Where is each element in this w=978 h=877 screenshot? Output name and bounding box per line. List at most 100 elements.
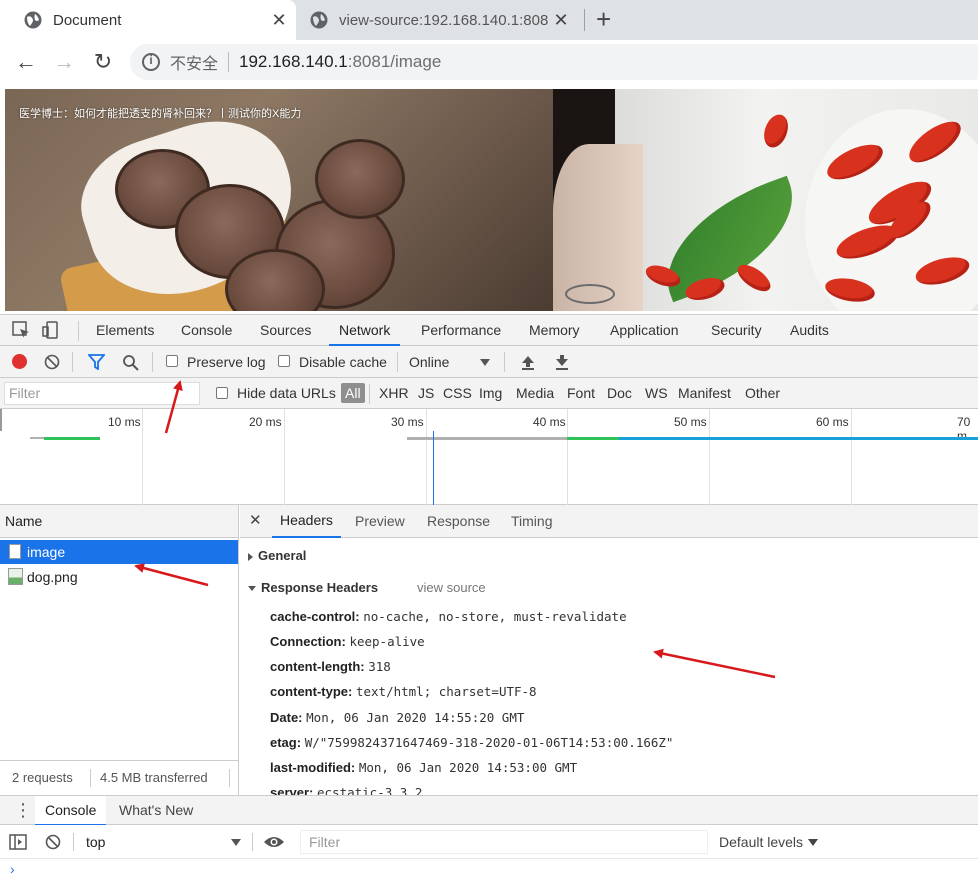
info-icon[interactable]	[142, 53, 160, 71]
tab-response[interactable]: Response	[427, 505, 490, 538]
network-toolbar: Preserve log Disable cache Online	[0, 346, 978, 378]
console-prompt-chevron-icon[interactable]: ›	[10, 861, 15, 877]
request-name: image	[27, 544, 66, 560]
close-tab-icon[interactable]: ✕	[266, 10, 292, 31]
filter-type-css[interactable]: CSS	[443, 378, 472, 409]
export-har-icon[interactable]	[554, 354, 570, 370]
filter-type-img[interactable]: Img	[479, 378, 502, 409]
tab-timing[interactable]: Timing	[511, 505, 553, 538]
url-path: :8081/image	[347, 52, 442, 71]
timeline-tick-label: 60 ms	[816, 415, 849, 429]
tab-headers[interactable]: Headers	[272, 505, 341, 538]
close-tab-icon[interactable]: ✕	[548, 10, 574, 31]
disable-cache-checkbox[interactable]	[278, 355, 290, 367]
tab-memory[interactable]: Memory	[529, 315, 580, 346]
import-har-icon[interactable]	[520, 354, 536, 370]
requests-name-header[interactable]: Name	[0, 505, 238, 538]
header-value: text/html; charset=UTF-8	[355, 684, 537, 699]
chevron-down-icon[interactable]	[231, 839, 241, 846]
tab-console[interactable]: Console	[181, 315, 232, 346]
request-row-image[interactable]: image	[0, 540, 238, 564]
filter-divider	[369, 384, 370, 404]
timeline-gridline	[709, 409, 710, 505]
eye-icon[interactable]	[263, 835, 285, 849]
header-key: etag:	[270, 735, 302, 750]
hide-data-urls-checkbox[interactable]	[216, 387, 228, 399]
tab-application[interactable]: Application	[610, 315, 679, 346]
filter-type-other[interactable]: Other	[745, 378, 780, 409]
preserve-log-checkbox[interactable]	[166, 355, 178, 367]
timeline-gridline	[142, 409, 143, 505]
console-sidebar-icon[interactable]	[9, 834, 27, 850]
clear-icon[interactable]	[44, 354, 60, 370]
hide-data-urls-label[interactable]: Hide data URLs	[237, 378, 336, 409]
summary-divider	[90, 769, 91, 787]
filter-funnel-icon[interactable]	[88, 354, 105, 370]
tab-audits[interactable]: Audits	[790, 315, 829, 346]
tab-elements[interactable]: Elements	[96, 315, 154, 346]
tab-network[interactable]: Network	[329, 315, 401, 346]
response-headers-section-toggle[interactable]: Response Headers	[248, 580, 378, 595]
browser-tab-view-source[interactable]: view-source:192.168.140.1:808 ✕	[300, 0, 578, 40]
network-filter-input[interactable]: Filter	[4, 382, 200, 405]
header-row: content-type: text/html; charset=UTF-8	[270, 684, 537, 699]
header-row: Date: Mon, 06 Jan 2020 14:55:20 GMT	[270, 710, 524, 725]
close-detail-icon[interactable]: ✕	[249, 505, 262, 536]
browser-tab-document[interactable]: Document ✕	[0, 0, 296, 40]
request-name: dog.png	[27, 569, 78, 585]
back-arrow-icon[interactable]: ←	[12, 48, 40, 76]
header-value: keep-alive	[349, 634, 425, 649]
tab-performance[interactable]: Performance	[421, 315, 501, 346]
header-row: etag: W/"7599824371647469-318-2020-01-06…	[270, 735, 673, 750]
document-file-icon	[9, 544, 21, 559]
filter-type-js[interactable]: JS	[418, 378, 434, 409]
record-button[interactable]	[12, 354, 27, 369]
inspect-element-icon[interactable]	[12, 321, 30, 339]
search-icon[interactable]	[122, 354, 139, 371]
filter-type-manifest[interactable]: Manifest	[678, 378, 731, 409]
log-levels-select[interactable]: Default levels	[719, 825, 803, 859]
request-row-dog[interactable]: dog.png	[0, 565, 238, 589]
filter-type-doc[interactable]: Doc	[607, 378, 632, 409]
timeline-tick-label: 10 ms	[108, 415, 141, 429]
clear-console-icon[interactable]	[45, 834, 61, 850]
chevron-down-icon[interactable]	[808, 839, 818, 846]
tab-sources[interactable]: Sources	[260, 315, 311, 346]
tab-title: Document	[53, 11, 122, 29]
filter-type-media[interactable]: Media	[516, 378, 554, 409]
view-source-link[interactable]: view source	[417, 580, 486, 595]
network-filter-bar: Filter Hide data URLs All XHR JS CSS Img…	[0, 378, 978, 409]
address-bar[interactable]: 不安全 192.168.140.1 :8081/image	[130, 44, 978, 80]
device-toolbar-icon[interactable]	[42, 321, 60, 339]
header-key: cache-control:	[270, 609, 360, 624]
console-filter-input[interactable]: Filter	[300, 830, 708, 854]
filter-type-font[interactable]: Font	[567, 378, 595, 409]
filter-type-all[interactable]: All	[341, 383, 365, 403]
forward-arrow-icon[interactable]: →	[50, 48, 78, 76]
drawer-tab-console[interactable]: Console	[35, 796, 107, 826]
tab-preview[interactable]: Preview	[355, 505, 405, 538]
header-value: no-cache, no-store, must-revalidate	[363, 609, 627, 624]
transferred-size: 4.5 MB transferred	[100, 770, 208, 785]
disable-cache-label[interactable]: Disable cache	[299, 346, 387, 378]
new-tab-plus-icon[interactable]: +	[596, 4, 611, 35]
network-overview-timeline[interactable]: 10 ms 20 ms 30 ms 40 ms 50 ms 60 ms 70 m	[0, 409, 978, 505]
reload-icon[interactable]: ↻	[89, 48, 117, 76]
banner-image[interactable]: 医学博士：如何才能把透支的肾补回来？丨测试你的X能力	[5, 89, 978, 311]
tab-security[interactable]: Security	[711, 315, 762, 346]
header-row: last-modified: Mon, 06 Jan 2020 14:53:00…	[270, 760, 577, 775]
filter-type-ws[interactable]: WS	[645, 378, 668, 409]
not-secure-label[interactable]: 不安全	[170, 50, 218, 74]
drawer-tab-whats-new[interactable]: What's New	[119, 796, 193, 824]
timeline-gridline	[567, 409, 568, 505]
context-select[interactable]: top	[86, 825, 105, 859]
preserve-log-label[interactable]: Preserve log	[187, 346, 266, 378]
filter-type-xhr[interactable]: XHR	[379, 378, 409, 409]
chevron-down-icon[interactable]	[480, 359, 490, 366]
drawer-menu-icon[interactable]: ⋮	[14, 798, 32, 822]
timeline-start-marker	[0, 409, 2, 431]
throttling-select[interactable]: Online	[409, 346, 449, 378]
general-section-toggle[interactable]: General	[248, 548, 306, 563]
address-divider	[228, 52, 230, 72]
general-label: General	[258, 548, 307, 563]
